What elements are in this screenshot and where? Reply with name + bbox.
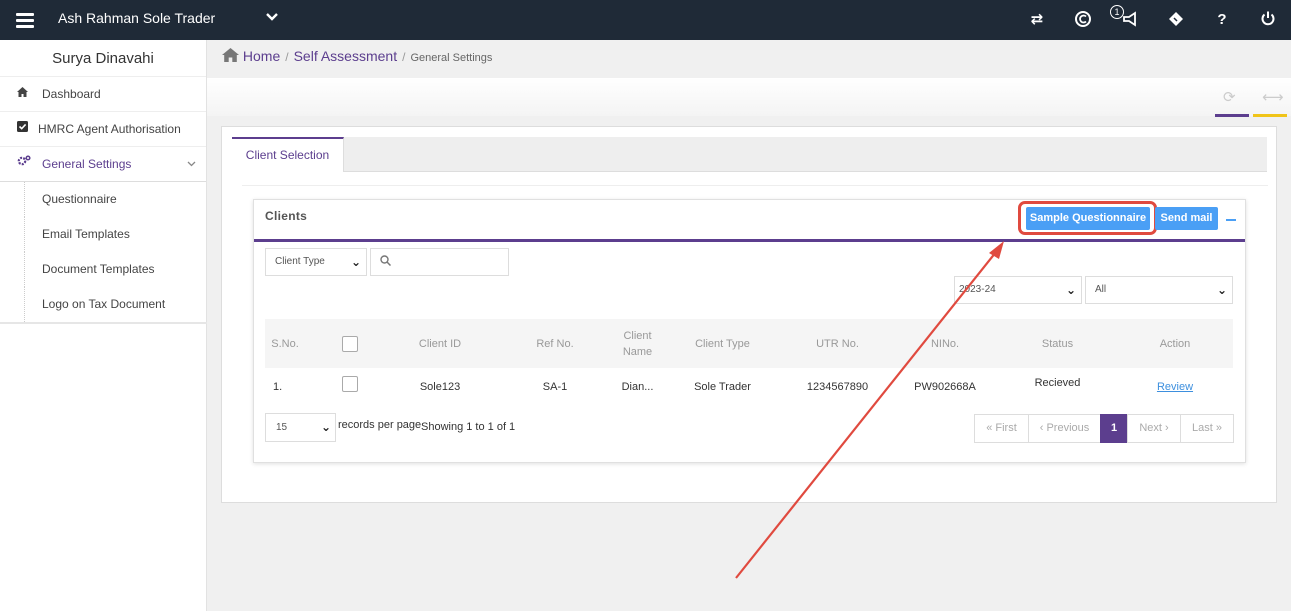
breadcrumb-parent[interactable]: Self Assessment xyxy=(294,48,398,64)
sidebar-item-label: General Settings xyxy=(42,157,132,171)
search-icon xyxy=(380,255,392,269)
status-select[interactable]: All ⌄ xyxy=(1085,276,1233,304)
chevron-down-icon: ⌄ xyxy=(1216,283,1227,297)
gears-icon xyxy=(17,147,31,182)
review-link[interactable]: Review xyxy=(1157,381,1193,393)
client-type-value: Client Type xyxy=(275,256,325,267)
user-name: Surya Dinavahi xyxy=(0,40,206,77)
column-header-client-type: Client Type xyxy=(695,337,750,350)
home-icon[interactable] xyxy=(222,48,243,64)
table-row: 1. Sole123 SA-1 Dian... Sole Trader 1234… xyxy=(265,368,1233,406)
sidebar-item-label: HMRC Agent Authorisation xyxy=(38,122,181,136)
company-name: Ash Rahman Sole Trader xyxy=(58,10,216,26)
toolbar-band: ⟳ ⟷ xyxy=(207,78,1291,117)
tag-icon[interactable] xyxy=(1166,10,1186,30)
sidebar-item-dashboard[interactable]: Dashboard xyxy=(0,77,206,112)
search-input[interactable] xyxy=(370,248,509,276)
sidebar-subitem-label: Email Templates xyxy=(42,227,130,241)
cell-status: Recieved xyxy=(1034,377,1081,389)
sidebar-subitem-label: Document Templates xyxy=(42,262,155,276)
pagination-page-1[interactable]: 1 xyxy=(1100,414,1128,443)
accent-underline-yellow xyxy=(1253,114,1287,117)
sidebar-subitem-document-templates[interactable]: Document Templates xyxy=(0,252,206,287)
column-header-sno: S.No. xyxy=(271,337,299,350)
cell-client-name: Dian... xyxy=(621,381,654,393)
breadcrumb-current: General Settings xyxy=(410,52,493,64)
column-header-status: Status xyxy=(1041,337,1074,350)
checkbox-icon xyxy=(17,112,28,147)
divider xyxy=(242,185,1268,186)
cell-sno: 1. xyxy=(273,381,283,393)
home-icon xyxy=(17,77,28,112)
chevron-down-icon: ⌄ xyxy=(350,255,361,269)
column-header-nino: NINo. xyxy=(930,337,960,350)
refresh-icon[interactable]: ⟳ xyxy=(1223,88,1236,106)
cell-client-id: Sole123 xyxy=(419,381,461,393)
accent-underline xyxy=(1215,114,1249,117)
breadcrumb: Home / Self Assessment / General Settings xyxy=(222,48,492,64)
page-size-value: 15 xyxy=(276,422,288,433)
pagination-next[interactable]: Next › xyxy=(1127,414,1181,443)
page-size-select[interactable]: 15 ⌄ xyxy=(265,413,336,442)
column-header-ref-no: Ref No. xyxy=(536,337,574,350)
cell-ref-no: SA-1 xyxy=(542,381,568,393)
row-checkbox[interactable] xyxy=(335,368,365,406)
highlight-box xyxy=(1018,201,1157,235)
column-header-client-name: Client Name xyxy=(622,329,653,358)
table-header: S.No. Client ID Ref No. Client Name Clie… xyxy=(265,319,1233,368)
showing-count: Showing 1 to 1 of 1 xyxy=(421,421,516,433)
transfer-icon[interactable]: ⇄ xyxy=(1027,10,1047,30)
chevron-down-icon: ⌄ xyxy=(1065,283,1076,297)
sidebar-item-hmrc-authorisation[interactable]: HMRC Agent Authorisation xyxy=(0,112,206,147)
pagination-first[interactable]: « First xyxy=(974,414,1029,443)
sidebar-subitem-logo-on-tax-document[interactable]: Logo on Tax Document xyxy=(0,287,206,322)
clients-title: Clients xyxy=(265,209,308,223)
menu-icon[interactable] xyxy=(16,10,34,30)
client-type-select[interactable]: Client Type ⌄ xyxy=(265,248,367,276)
tab-strip: Client Selection xyxy=(232,137,1267,172)
clients-card: Clients Sample Questionnaire Send mail C… xyxy=(253,199,1246,463)
records-per-page-label: records per page xyxy=(338,419,422,431)
chevron-down-icon: ⌄ xyxy=(320,420,331,434)
megaphone-icon[interactable] xyxy=(1120,10,1140,30)
tax-year-value: 2023-24 xyxy=(959,284,996,295)
power-icon[interactable] xyxy=(1258,10,1278,30)
cell-nino: PW902668A xyxy=(914,381,976,393)
help-icon[interactable]: ? xyxy=(1212,10,1232,30)
sidebar-subitem-label: Questionnaire xyxy=(42,192,117,206)
cell-utr: 1234567890 xyxy=(806,381,869,393)
column-header-utr: UTR No. xyxy=(816,337,859,350)
status-filter-value: All xyxy=(1095,284,1107,295)
collapse-icon[interactable] xyxy=(1226,219,1236,221)
column-header-client-id: Client ID xyxy=(418,337,462,350)
sidebar-item-general-settings[interactable]: General Settings xyxy=(0,147,206,182)
currency-icon[interactable] xyxy=(1073,10,1093,30)
send-mail-button[interactable]: Send mail xyxy=(1155,207,1218,230)
pagination-previous[interactable]: ‹ Previous xyxy=(1028,414,1101,443)
column-header-action: Action xyxy=(1159,337,1191,350)
pagination-last[interactable]: Last » xyxy=(1180,414,1234,443)
tax-year-select[interactable]: 2023-24 ⌄ xyxy=(954,276,1082,304)
expand-icon[interactable]: ⟷ xyxy=(1262,88,1284,106)
cell-action: Review xyxy=(1125,368,1225,406)
breadcrumb-home[interactable]: Home xyxy=(243,48,280,64)
chevron-down-icon[interactable] xyxy=(266,11,278,25)
cell-client-type: Sole Trader xyxy=(694,381,751,393)
card-accent-bar xyxy=(254,239,1245,242)
tab-client-selection[interactable]: Client Selection xyxy=(232,137,344,172)
sidebar-subitem-questionnaire[interactable]: Questionnaire xyxy=(0,182,206,217)
sidebar-divider xyxy=(0,322,207,324)
sidebar-subitem-email-templates[interactable]: Email Templates xyxy=(0,217,206,252)
top-bar: Ash Rahman Sole Trader ⇄ 1 ? xyxy=(0,0,1291,40)
select-all-checkbox[interactable] xyxy=(335,319,365,368)
main-panel: Client Selection Clients Sample Question… xyxy=(221,126,1277,503)
sidebar-subitem-label: Logo on Tax Document xyxy=(42,297,166,311)
chevron-down-icon[interactable] xyxy=(187,147,196,182)
sidebar: Surya Dinavahi Dashboard HMRC Agent Auth… xyxy=(0,40,207,611)
sidebar-item-label: Dashboard xyxy=(42,87,101,101)
